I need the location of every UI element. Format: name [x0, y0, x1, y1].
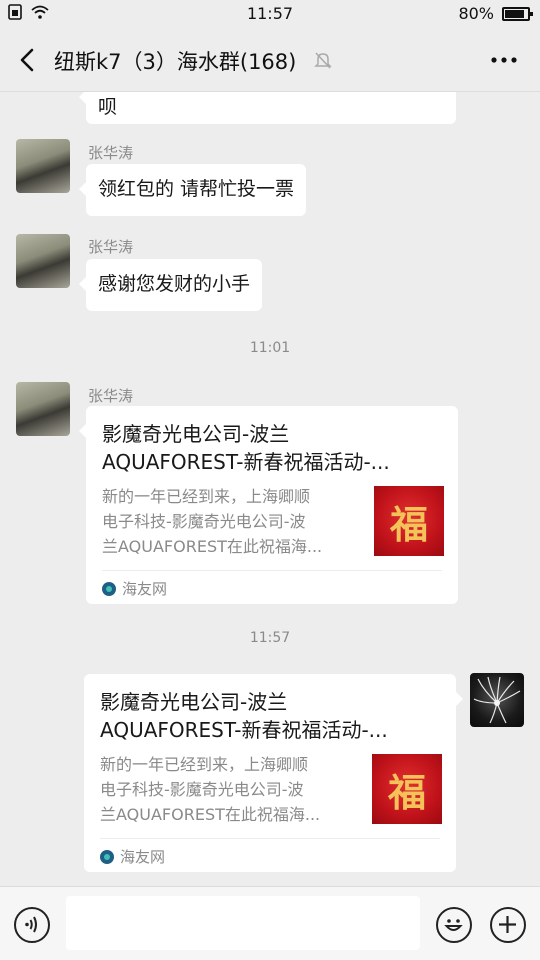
message-bubble[interactable]: 呗: [79, 92, 456, 124]
more-icon[interactable]: [490, 50, 518, 70]
status-right: 80%: [458, 4, 533, 23]
link-card[interactable]: 影魔奇光电公司-波兰 AQUAFOREST-新春祝福活动-... 新的一年已经到…: [79, 406, 458, 604]
source-icon: [100, 849, 114, 864]
message-list[interactable]: 呗 张华涛 领红包的 请帮忙投一票 张华涛 感谢您发财的小手 11:01 张华涛…: [0, 92, 540, 886]
message-text: 呗: [98, 96, 118, 118]
card-title-line: 影魔奇光电公司-波兰: [102, 422, 290, 446]
card-desc-line: 电子科技-影魔奇光电公司-波: [100, 780, 304, 799]
link-card[interactable]: 影魔奇光电公司-波兰 AQUAFOREST-新春祝福活动-... 新的一年已经到…: [84, 674, 463, 872]
card-desc-line: 兰AQUAFOREST在此祝福海...: [100, 805, 321, 824]
chat-title: 纽斯k7（3）海水群(168): [54, 50, 297, 74]
time-separator: 11:57: [249, 630, 291, 646]
avatar[interactable]: [16, 139, 70, 193]
avatar[interactable]: [16, 234, 70, 288]
mute-icon: [314, 52, 332, 69]
card-desc-line: 新的一年已经到来，上海卿顺: [100, 755, 309, 774]
card-description: 新的一年已经到来，上海卿顺 电子科技-影魔奇光电公司-波 兰AQUAFOREST…: [100, 752, 354, 827]
card-source: 海友网: [100, 846, 165, 867]
card-thumbnail: 福: [374, 486, 444, 556]
sender-name: 张华涛: [88, 387, 134, 405]
message-bubble[interactable]: 感谢您发财的小手: [78, 259, 263, 311]
sender-name: 张华涛: [88, 238, 134, 256]
voice-icon[interactable]: [14, 907, 50, 943]
avatar[interactable]: [16, 382, 70, 436]
message-text: 感谢您发财的小手: [98, 273, 251, 295]
plus-icon[interactable]: [490, 907, 526, 943]
card-title-line: AQUAFOREST-新春祝福活动-...: [100, 718, 388, 742]
card-title: 影魔奇光电公司-波兰 AQUAFOREST-新春祝福活动-...: [102, 420, 442, 476]
message-text: 领红包的 请帮忙投一票: [98, 178, 295, 200]
jellyfish-icon: [473, 676, 521, 724]
card-desc-line: 电子科技-影魔奇光电公司-波: [102, 512, 306, 531]
plus-glyph-icon: [499, 916, 516, 933]
battery-percent: 80%: [458, 4, 494, 23]
back-icon[interactable]: [14, 46, 42, 74]
card-divider: [100, 838, 440, 839]
message-bubble[interactable]: 领红包的 请帮忙投一票: [78, 164, 307, 216]
source-icon: [102, 581, 116, 596]
fu-glyph: 福: [387, 770, 426, 815]
source-name: 海友网: [120, 848, 166, 866]
card-title-line: 影魔奇光电公司-波兰: [100, 690, 288, 714]
card-description: 新的一年已经到来，上海卿顺 电子科技-影魔奇光电公司-波 兰AQUAFOREST…: [102, 484, 356, 559]
card-thumbnail: 福: [372, 754, 442, 824]
time-separator: 11:01: [249, 340, 291, 356]
source-name: 海友网: [122, 580, 168, 598]
card-title-line: AQUAFOREST-新春祝福活动-...: [102, 450, 390, 474]
input-bar: [0, 886, 540, 960]
chat-header: 纽斯k7（3）海水群(168): [0, 28, 540, 92]
battery-icon: [502, 6, 533, 21]
status-bar: 11:57 80%: [0, 0, 540, 28]
card-title: 影魔奇光电公司-波兰 AQUAFOREST-新春祝福活动-...: [100, 688, 440, 744]
smiley-face-icon: [444, 919, 463, 931]
message-input[interactable]: [66, 896, 420, 950]
avatar[interactable]: [470, 673, 524, 727]
card-source: 海友网: [102, 578, 167, 599]
fu-glyph: 福: [389, 502, 428, 547]
sender-name: 张华涛: [88, 144, 134, 162]
emoji-icon[interactable]: [436, 907, 472, 943]
voice-waves-icon: [25, 916, 37, 933]
card-desc-line: 兰AQUAFOREST在此祝福海...: [102, 537, 323, 556]
card-divider: [102, 570, 442, 571]
card-desc-line: 新的一年已经到来，上海卿顺: [102, 487, 311, 506]
